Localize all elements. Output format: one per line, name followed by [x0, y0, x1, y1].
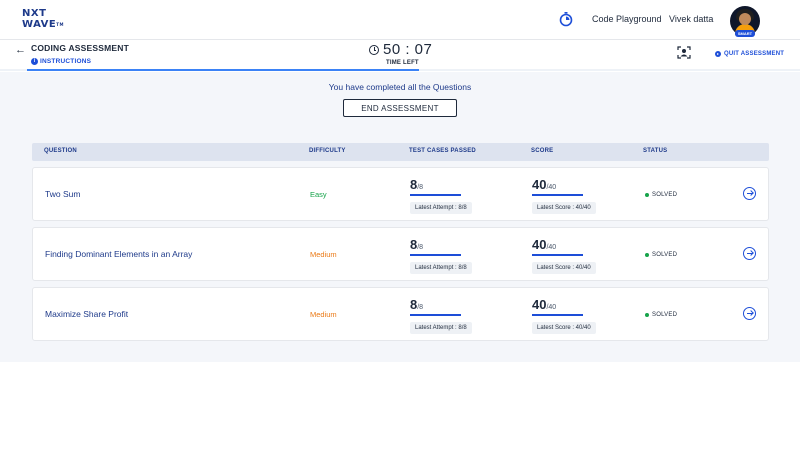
score-value: 40	[532, 297, 547, 312]
timer: 50 : 07	[383, 41, 433, 58]
status-dot	[645, 193, 649, 197]
score-value: 40	[532, 177, 547, 192]
passed-total: /8	[417, 244, 424, 251]
column-header-score: SCORE	[531, 148, 554, 154]
brand-logo-line1: NXT	[22, 8, 47, 19]
avatar[interactable]: SMART	[730, 6, 760, 37]
score-max: /40	[546, 184, 557, 191]
status-badge: SOLVED	[652, 252, 678, 258]
clock-icon	[369, 45, 379, 55]
quit-assessment-button[interactable]: QUIT ASSESSMENT	[724, 51, 784, 57]
test-cases-passed: 8/8 Latest Attempt : 8/8	[410, 236, 472, 274]
difficulty-label: Medium	[310, 310, 337, 319]
passed-bar	[410, 194, 461, 196]
info-icon[interactable]: i	[31, 58, 38, 65]
top-navbar: NXT WAVETM Code Playground Vivek datta S…	[0, 0, 800, 40]
column-header-status: STATUS	[643, 148, 668, 154]
score-max: /40	[546, 244, 557, 251]
score-bar-fill	[532, 254, 583, 256]
arrow-right-circle-icon[interactable]	[743, 307, 756, 320]
column-header-question: QUESTION	[44, 148, 77, 154]
test-cases-passed: 8/8 Latest Attempt : 8/8	[410, 176, 472, 214]
question-name[interactable]: Maximize Share Profit	[45, 309, 128, 319]
passed-bar-fill	[410, 314, 461, 316]
assessment-title: CODING ASSESSMENT	[31, 43, 130, 53]
brand-logo[interactable]: NXT WAVETM	[22, 8, 66, 32]
latest-score: Latest Score : 40/40	[532, 322, 596, 334]
play-circle-icon[interactable]	[715, 51, 721, 57]
status-badge: SOLVED	[652, 192, 678, 198]
proctor-camera-icon[interactable]	[677, 46, 691, 59]
passed-bar	[410, 254, 461, 256]
score-max: /40	[546, 304, 557, 311]
passed-total: /8	[417, 184, 424, 191]
arrow-right-circle-icon[interactable]	[743, 187, 756, 200]
score-bar-fill	[532, 194, 583, 196]
table-row[interactable]: Finding Dominant Elements in an Array Me…	[32, 227, 769, 281]
latest-score: Latest Score : 40/40	[532, 262, 596, 274]
end-assessment-button[interactable]: END ASSESSMENT	[343, 99, 457, 117]
arrow-right-circle-icon[interactable]	[743, 247, 756, 260]
latest-score: Latest Score : 40/40	[532, 202, 596, 214]
time-left-label: TIME LEFT	[386, 60, 419, 66]
latest-attempt: Latest Attempt : 8/8	[410, 202, 472, 214]
brand-logo-line2: WAVETM	[22, 19, 64, 30]
difficulty-label: Medium	[310, 250, 337, 259]
table-row[interactable]: Two Sum Easy 8/8 Latest Attempt : 8/8 40…	[32, 167, 769, 221]
stopwatch-icon[interactable]	[558, 11, 574, 27]
time-progress-fill	[27, 69, 419, 71]
status-badge: SOLVED	[652, 312, 678, 318]
table-row[interactable]: Maximize Share Profit Medium 8/8 Latest …	[32, 287, 769, 341]
passed-total: /8	[417, 304, 424, 311]
status-dot	[645, 253, 649, 257]
column-header-difficulty: DIFFICULTY	[309, 148, 346, 154]
score: 40/40 Latest Score : 40/40	[532, 296, 596, 334]
passed-bar-fill	[410, 254, 461, 256]
passed-bar-fill	[410, 194, 461, 196]
avatar-face	[739, 13, 751, 25]
column-header-tests: TEST CASES PASSED	[409, 148, 476, 154]
score-bar	[532, 314, 583, 316]
instructions-link[interactable]: INSTRUCTIONS	[40, 58, 91, 65]
arrow-left-icon[interactable]: ←	[15, 44, 26, 56]
completion-message: You have completed all the Questions	[328, 82, 472, 92]
score-bar-fill	[532, 314, 583, 316]
question-name[interactable]: Finding Dominant Elements in an Array	[45, 249, 192, 259]
code-playground-link[interactable]: Code Playground	[592, 14, 662, 24]
score: 40/40 Latest Score : 40/40	[532, 236, 596, 274]
test-cases-passed: 8/8 Latest Attempt : 8/8	[410, 296, 472, 334]
user-name[interactable]: Vivek datta	[669, 14, 713, 24]
score-bar	[532, 254, 583, 256]
latest-attempt: Latest Attempt : 8/8	[410, 322, 472, 334]
status-dot	[645, 313, 649, 317]
score: 40/40 Latest Score : 40/40	[532, 176, 596, 214]
score-value: 40	[532, 237, 547, 252]
passed-bar	[410, 314, 461, 316]
score-bar	[532, 194, 583, 196]
latest-attempt: Latest Attempt : 8/8	[410, 262, 472, 274]
difficulty-label: Easy	[310, 190, 327, 199]
question-name[interactable]: Two Sum	[45, 189, 80, 199]
avatar-badge: SMART	[735, 30, 755, 37]
